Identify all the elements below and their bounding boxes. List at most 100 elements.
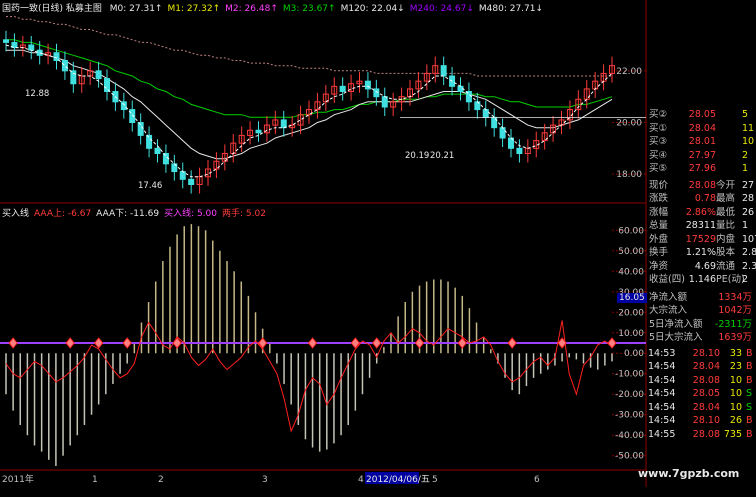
- money-flow-row: 5日大宗流入 1639万: [646, 331, 756, 344]
- order-book-row: 买① 28.04 11: [646, 122, 756, 135]
- tick-row: 14:54 28.08 10 B: [646, 374, 756, 387]
- sub-ytick-label: 40.00: [618, 267, 644, 277]
- order-book-price: 27.96: [688, 163, 716, 174]
- indicator-legend-item: AAA上: -6.67: [34, 209, 92, 219]
- buy-signal-marker: [307, 337, 318, 349]
- stat-value: 2: [742, 274, 749, 285]
- order-book-price: 28.04: [688, 122, 716, 134]
- money-flow-value: 1042万: [718, 305, 752, 316]
- sub-ytick-label: 10.00: [618, 329, 644, 339]
- candle-body: [146, 134, 153, 149]
- tick-time: 14:54: [648, 388, 676, 399]
- x-tick-label: 6: [534, 475, 540, 485]
- stat-value: 1.21%: [685, 247, 716, 258]
- tick-side: B: [746, 347, 753, 359]
- tick-time: 14:54: [648, 401, 676, 413]
- order-book-volume: 11: [742, 122, 755, 134]
- sub-ytick-label: 0.00: [624, 349, 644, 359]
- ma-legend-item: M2: 26.48↑: [225, 4, 278, 14]
- order-book-volume: 2: [742, 149, 749, 161]
- candle-body: [381, 96, 388, 108]
- ma-legend-item: M1: 27.32↑: [167, 4, 221, 14]
- tick-price: 28.04: [692, 361, 720, 372]
- order-book-volume: 1: [742, 163, 749, 174]
- kline-chart[interactable]: 22.0020.0018.0012.8817.4620.19 20.2160.00…: [0, 0, 756, 487]
- ma-legend-item: M240: 24.67↓: [409, 4, 474, 14]
- tick-price: 28.05: [692, 388, 720, 399]
- indicator-legend: 买入线 AAA上: -6.67 AAA下: -11.69 买入线: 5.00 两手: 5…: [2, 206, 271, 219]
- tick-time: 14:55: [648, 428, 676, 440]
- candle-body: [104, 78, 110, 93]
- order-book-row: 买③ 28.01 10: [646, 135, 756, 148]
- candle-body: [499, 127, 506, 139]
- stat-label: 收益(四): [649, 274, 685, 285]
- tick-row: 14:55 28.08 735 B: [646, 428, 756, 441]
- tick-time: 14:53: [648, 347, 676, 359]
- stat-row: 收益(四) 1.146 PE(动) 2: [646, 273, 756, 286]
- tick-side: B: [746, 428, 753, 440]
- stat-value: 2.8: [742, 247, 756, 258]
- stat-label: 内盘: [716, 233, 736, 245]
- candle-body: [61, 60, 68, 72]
- stat-label: 股本: [716, 247, 736, 258]
- tick-price: 28.08: [692, 374, 720, 386]
- sub-ytick-label: -40.00: [615, 431, 644, 441]
- stat-label: 涨跌: [649, 193, 669, 204]
- indicator-legend-item: 买入线: 5.00: [164, 209, 217, 219]
- stat-value: 2.3: [742, 260, 756, 272]
- flow-side-label: 16.05: [617, 293, 647, 303]
- buy-signal-marker: [122, 337, 132, 349]
- candle-body: [482, 109, 489, 118]
- money-flow-row: 5日净流入额 -2311万: [646, 318, 756, 331]
- tick-row: 14:54 28.04 10 S: [646, 401, 756, 414]
- order-book-label: 买①: [649, 122, 668, 134]
- tick-side: B: [746, 374, 753, 386]
- ma-legend-item: M120: 22.04↓: [340, 4, 405, 14]
- sub-ytick-label: -10.00: [615, 370, 644, 380]
- order-book-volume: 5: [742, 109, 749, 120]
- order-book-label: 买③: [649, 136, 668, 147]
- stat-label: 涨幅: [649, 206, 669, 218]
- money-flow-value: -2311万: [714, 318, 752, 330]
- ma-legend-item: M480: 27.71↓: [478, 4, 544, 14]
- stat-label: 今开: [716, 179, 736, 191]
- tick-volume: 10: [729, 401, 742, 413]
- stat-value: 1.146: [688, 274, 716, 285]
- sub-ytick-label: 60.00: [618, 226, 644, 236]
- price-annotation: 12.88: [25, 89, 49, 99]
- candle-body: [339, 85, 346, 93]
- stat-row: 净资 4.69 流通 2.3: [646, 260, 756, 273]
- money-flow-label: 大宗流入: [649, 305, 688, 316]
- tick-time: 14:54: [648, 361, 676, 372]
- tick-row: 14:54 28.10 26 B: [646, 414, 756, 427]
- tick-row: 14:54 28.05 10 S: [646, 387, 756, 400]
- stat-label: 最高: [716, 193, 736, 204]
- order-book-price: 28.05: [688, 109, 716, 120]
- stat-row: 涨跌 0.78 最高 28: [646, 192, 756, 205]
- ma-legend-item: M0: 27.31↑: [109, 4, 163, 14]
- stat-label: 换手: [649, 247, 669, 258]
- candle-body: [36, 49, 43, 56]
- candle-body: [255, 129, 262, 134]
- stat-label: 量比: [716, 220, 736, 231]
- sub-ytick-label: -20.00: [615, 390, 644, 400]
- sub-ytick-label: -30.00: [615, 411, 644, 421]
- watermark: www.7gpzb.com: [638, 467, 740, 480]
- candle-body: [53, 52, 60, 61]
- buy-signal-marker: [607, 337, 617, 349]
- tick-volume: 735: [723, 428, 742, 440]
- tick-time: 14:54: [648, 374, 676, 386]
- candle-body: [364, 80, 371, 90]
- candle-body: [70, 70, 77, 85]
- money-flow-value: 1334万: [718, 291, 752, 303]
- candle-body: [120, 101, 127, 111]
- tick-price: 28.10: [692, 347, 720, 359]
- stat-row: 涨幅 2.86% 最低 26: [646, 206, 756, 219]
- money-flow-label: 5日净流入额: [649, 318, 703, 330]
- tick-side: S: [746, 388, 753, 399]
- money-flow-row: 净流入额 1334万: [646, 291, 756, 304]
- tick-side: B: [746, 415, 753, 426]
- quote-panel: 买② 28.05 5 买① 28.04 11 买③ 28.01 10 买④ 27.97 2 买⑤ 27.9…: [646, 108, 756, 497]
- stat-value: 28: [742, 193, 755, 204]
- x-tick-label: 2: [158, 475, 164, 485]
